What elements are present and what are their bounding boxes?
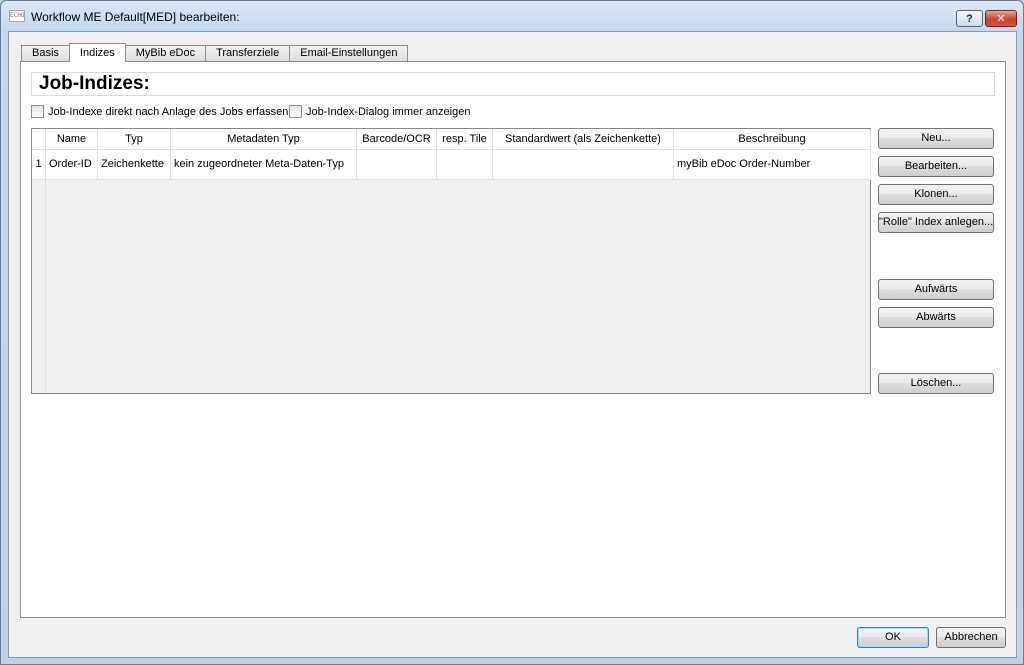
table-cell-metadaten-typ[interactable]: kein zugeordneter Meta-Daten-Typ (171, 150, 357, 180)
dialog-checkbox-label: Job-Index-Dialog immer anzeigen (306, 105, 471, 118)
table-corner (32, 129, 46, 150)
row-number[interactable]: 1 (32, 150, 46, 180)
column-header-metadaten-typ[interactable]: Metadaten Typ (171, 129, 357, 150)
move-down-button[interactable]: Abwärts (878, 307, 994, 328)
close-icon: ✕ (996, 13, 1006, 25)
delete-button[interactable]: Löschen... (878, 373, 994, 394)
table-cell-standardwert[interactable] (493, 150, 674, 180)
help-icon: ? (966, 12, 973, 25)
dialog-checkbox-row[interactable]: Job-Index-Dialog immer anzeigen (289, 105, 470, 118)
cancel-button[interactable]: Abbrechen (936, 627, 1006, 648)
column-header-beschreibung[interactable]: Beschreibung (674, 129, 871, 150)
dialog-checkbox[interactable] (289, 105, 302, 118)
tab-transferziele[interactable]: Transferziele (205, 45, 291, 62)
close-button[interactable]: ✕ (985, 10, 1017, 27)
clone-button[interactable]: Klonen... (878, 184, 994, 205)
capture-checkbox[interactable] (31, 105, 44, 118)
column-header-name[interactable]: Name (46, 129, 98, 150)
tab-mybib-edoc[interactable]: MyBib eDoc (124, 45, 207, 62)
column-header-typ[interactable]: Typ (98, 129, 171, 150)
window-title: Workflow ME Default[MED] bearbeiten: (31, 10, 240, 24)
help-button[interactable]: ? (956, 10, 983, 27)
edit-button[interactable]: Bearbeiten... (878, 156, 994, 177)
move-up-button[interactable]: Aufwärts (878, 279, 994, 300)
title-bar[interactable]: ECHO Workflow ME Default[MED] bearbeiten… (1, 1, 1023, 31)
index-table[interactable]: Name Typ Metadaten Typ Barcode/OCR resp.… (31, 128, 871, 394)
app-icon: ECHO (9, 10, 25, 22)
dialog-client-area: Basis Indizes MyBib eDoc Transferziele E… (8, 31, 1017, 658)
create-role-index-button[interactable]: "Rolle" Index anlegen... (878, 212, 994, 233)
table-cell-name[interactable]: Order-ID (46, 150, 98, 180)
new-button[interactable]: Neu... (878, 128, 994, 149)
tab-panel-indizes: Job-Indizes: Job-Indexe direkt nach Anla… (20, 61, 1006, 618)
row-header-strip (32, 180, 46, 393)
table-cell-barcode-ocr[interactable] (357, 150, 437, 180)
table-cell-typ[interactable]: Zeichenkette (98, 150, 171, 180)
tab-basis[interactable]: Basis (21, 45, 70, 62)
dialog-window: ECHO Workflow ME Default[MED] bearbeiten… (0, 0, 1024, 665)
capture-checkbox-row[interactable]: Job-Indexe direkt nach Anlage des Jobs e… (31, 105, 288, 118)
page-title: Job-Indizes: (31, 72, 995, 96)
tab-indizes[interactable]: Indizes (68, 43, 126, 62)
ok-button[interactable]: OK (857, 627, 929, 648)
tab-email-einstellungen[interactable]: Email-Einstellungen (289, 45, 409, 62)
tab-bar: Basis Indizes MyBib eDoc Transferziele E… (21, 43, 409, 62)
capture-checkbox-label: Job-Indexe direkt nach Anlage des Jobs e… (48, 105, 289, 118)
table-cell-beschreibung[interactable]: myBib eDoc Order-Number (674, 150, 871, 180)
table-cell-resp-tile[interactable] (437, 150, 493, 180)
column-header-standardwert[interactable]: Standardwert (als Zeichenkette) (493, 129, 674, 150)
column-header-barcode-ocr[interactable]: Barcode/OCR (357, 129, 437, 150)
column-header-resp-tile[interactable]: resp. Tile (437, 129, 493, 150)
